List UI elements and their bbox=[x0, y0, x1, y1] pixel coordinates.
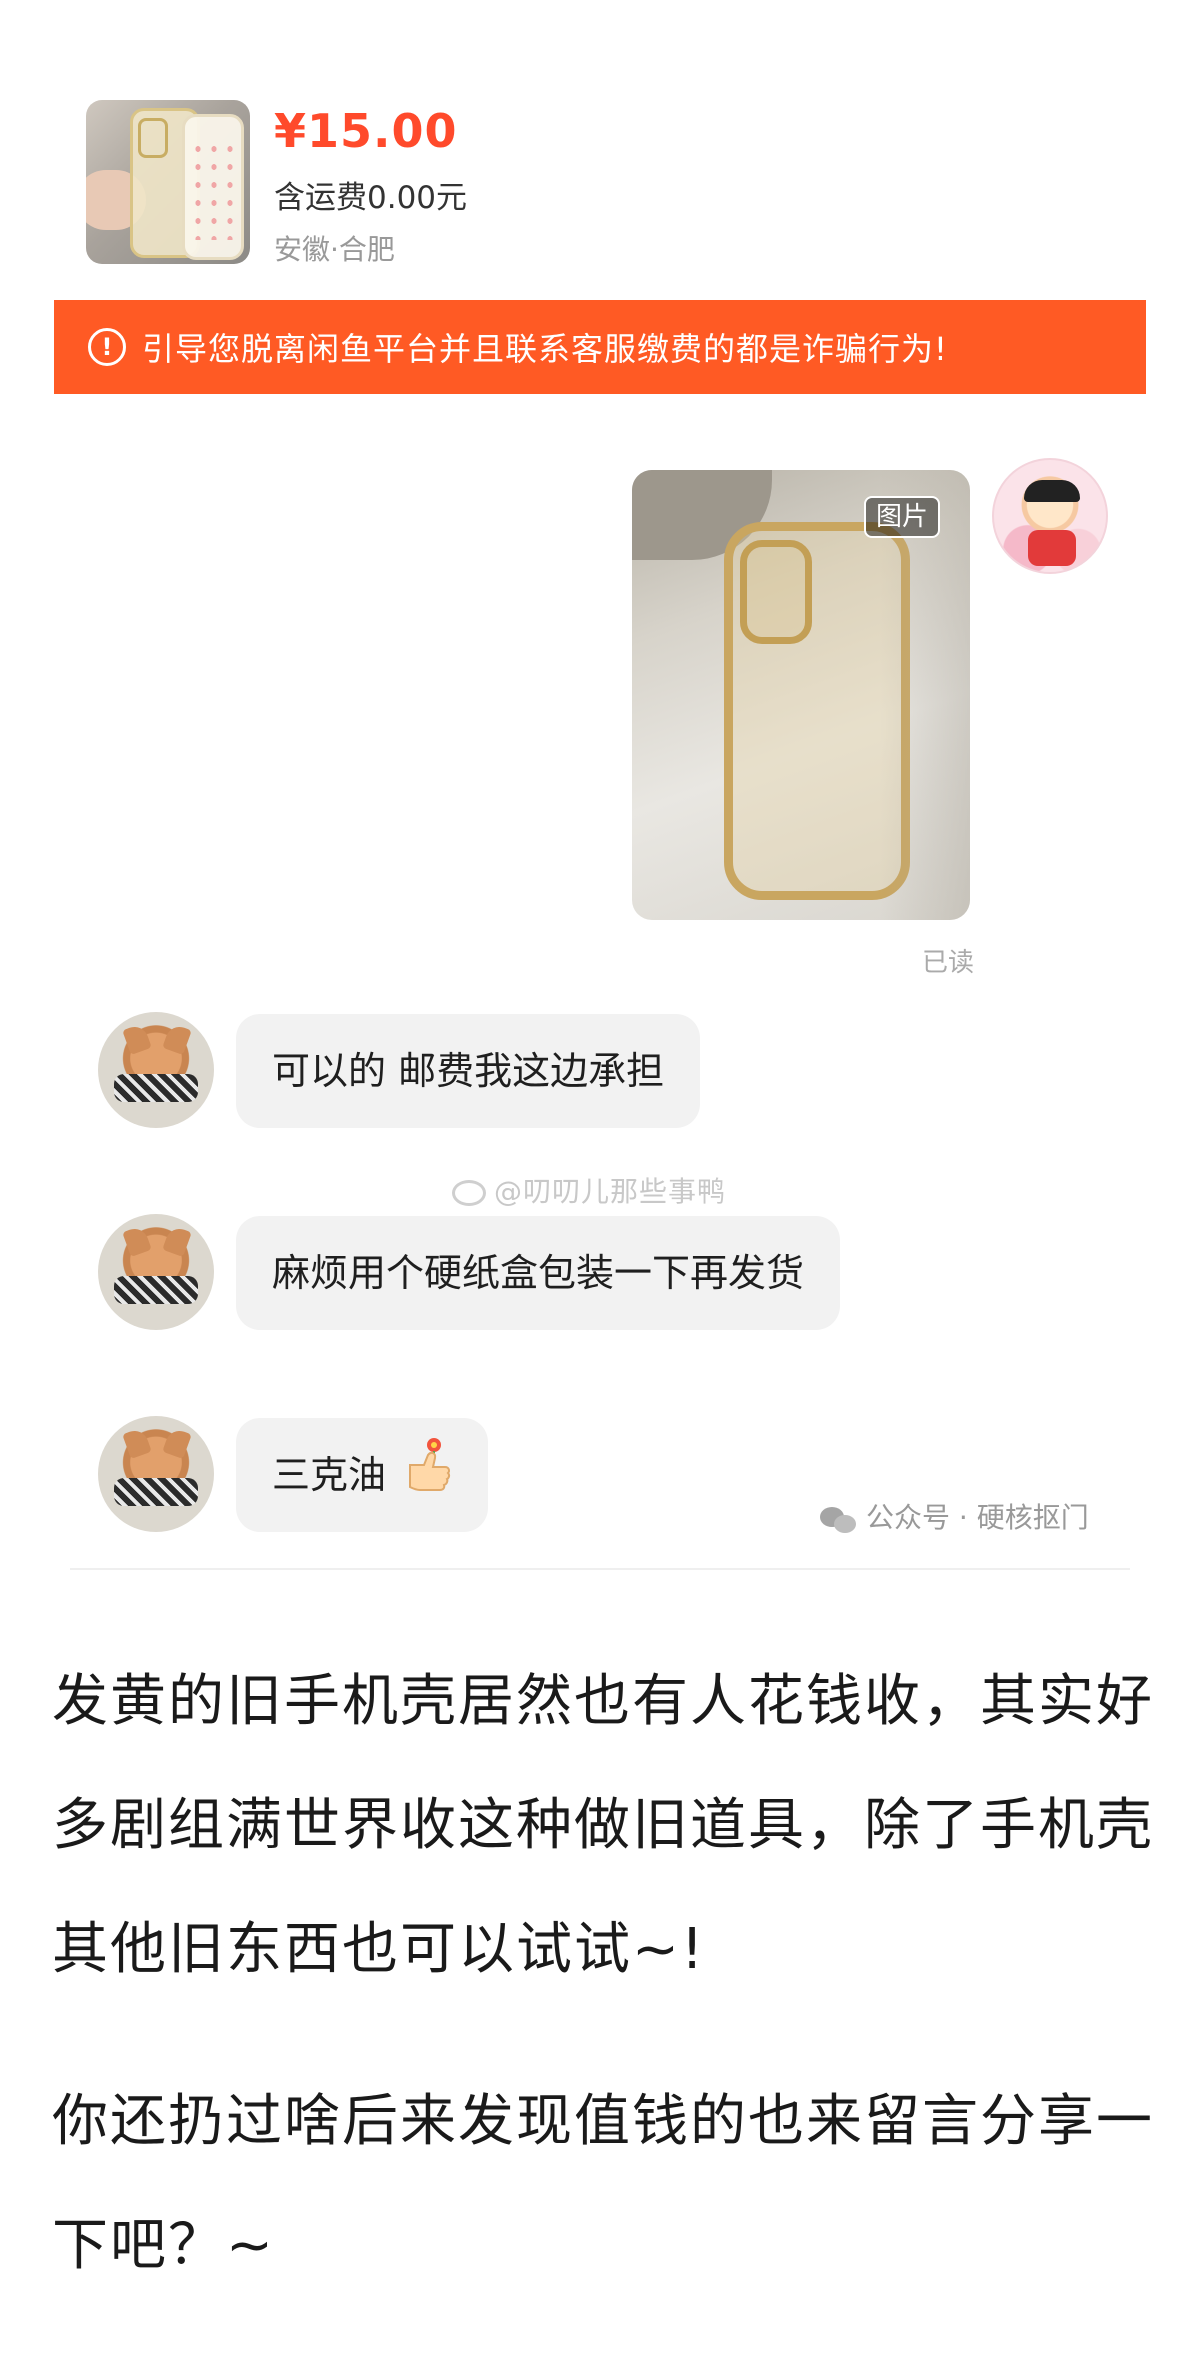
thumbs-up-flower-icon bbox=[404, 1421, 454, 1535]
weibo-watermark-text: @叨叨儿那些事鸭 bbox=[494, 1175, 727, 1208]
article-paragraph: 你还扔过啥后来发现值钱的也来留言分享一下吧？~ bbox=[52, 2089, 1154, 2278]
wechat-icon bbox=[820, 1505, 858, 1533]
fraud-warning-banner: ! 引导您脱离闲鱼平台并且联系客服缴费的都是诈骗行为! bbox=[54, 300, 1146, 394]
weibo-icon bbox=[452, 1180, 486, 1206]
warning-text: 引导您脱离闲鱼平台并且联系客服缴费的都是诈骗行为! bbox=[142, 330, 948, 368]
avatar[interactable] bbox=[98, 1214, 214, 1330]
image-tag: 图片 bbox=[864, 496, 941, 538]
avatar[interactable] bbox=[98, 1416, 214, 1532]
article-paragraph: 发黄的旧手机壳居然也有人花钱收，其实好多剧组满世界收这种做旧道具，除了手机壳其他… bbox=[52, 1669, 1154, 1982]
product-location: 安徽·合肥 bbox=[274, 233, 395, 266]
read-status: 已读 bbox=[922, 948, 975, 978]
wechat-watermark-text: 公众号 · 硬核抠门 bbox=[866, 1501, 1089, 1534]
weibo-watermark: @叨叨儿那些事鸭 bbox=[452, 1170, 726, 1210]
divider bbox=[70, 1568, 1130, 1570]
avatar[interactable] bbox=[992, 458, 1108, 574]
message-bubble[interactable]: 麻烦用个硬纸盒包装一下再发货 bbox=[236, 1216, 841, 1330]
message-bubble[interactable]: 可以的 邮费我这边承担 bbox=[236, 1014, 701, 1128]
exclamation-circle-icon: ! bbox=[88, 328, 126, 366]
avatar[interactable] bbox=[98, 1012, 214, 1128]
product-thumbnail[interactable] bbox=[86, 100, 250, 264]
message-text: 三克油 bbox=[272, 1453, 387, 1497]
product-shipping: 含运费0.00元 bbox=[274, 180, 468, 216]
wechat-watermark: 公众号 · 硬核抠门 bbox=[820, 1496, 1089, 1536]
product-header[interactable]: ¥15.00 含运费0.00元 安徽·合肥 bbox=[86, 100, 1086, 270]
message-bubble[interactable]: 三克油 bbox=[236, 1418, 489, 1535]
product-price: ¥15.00 bbox=[274, 104, 458, 158]
